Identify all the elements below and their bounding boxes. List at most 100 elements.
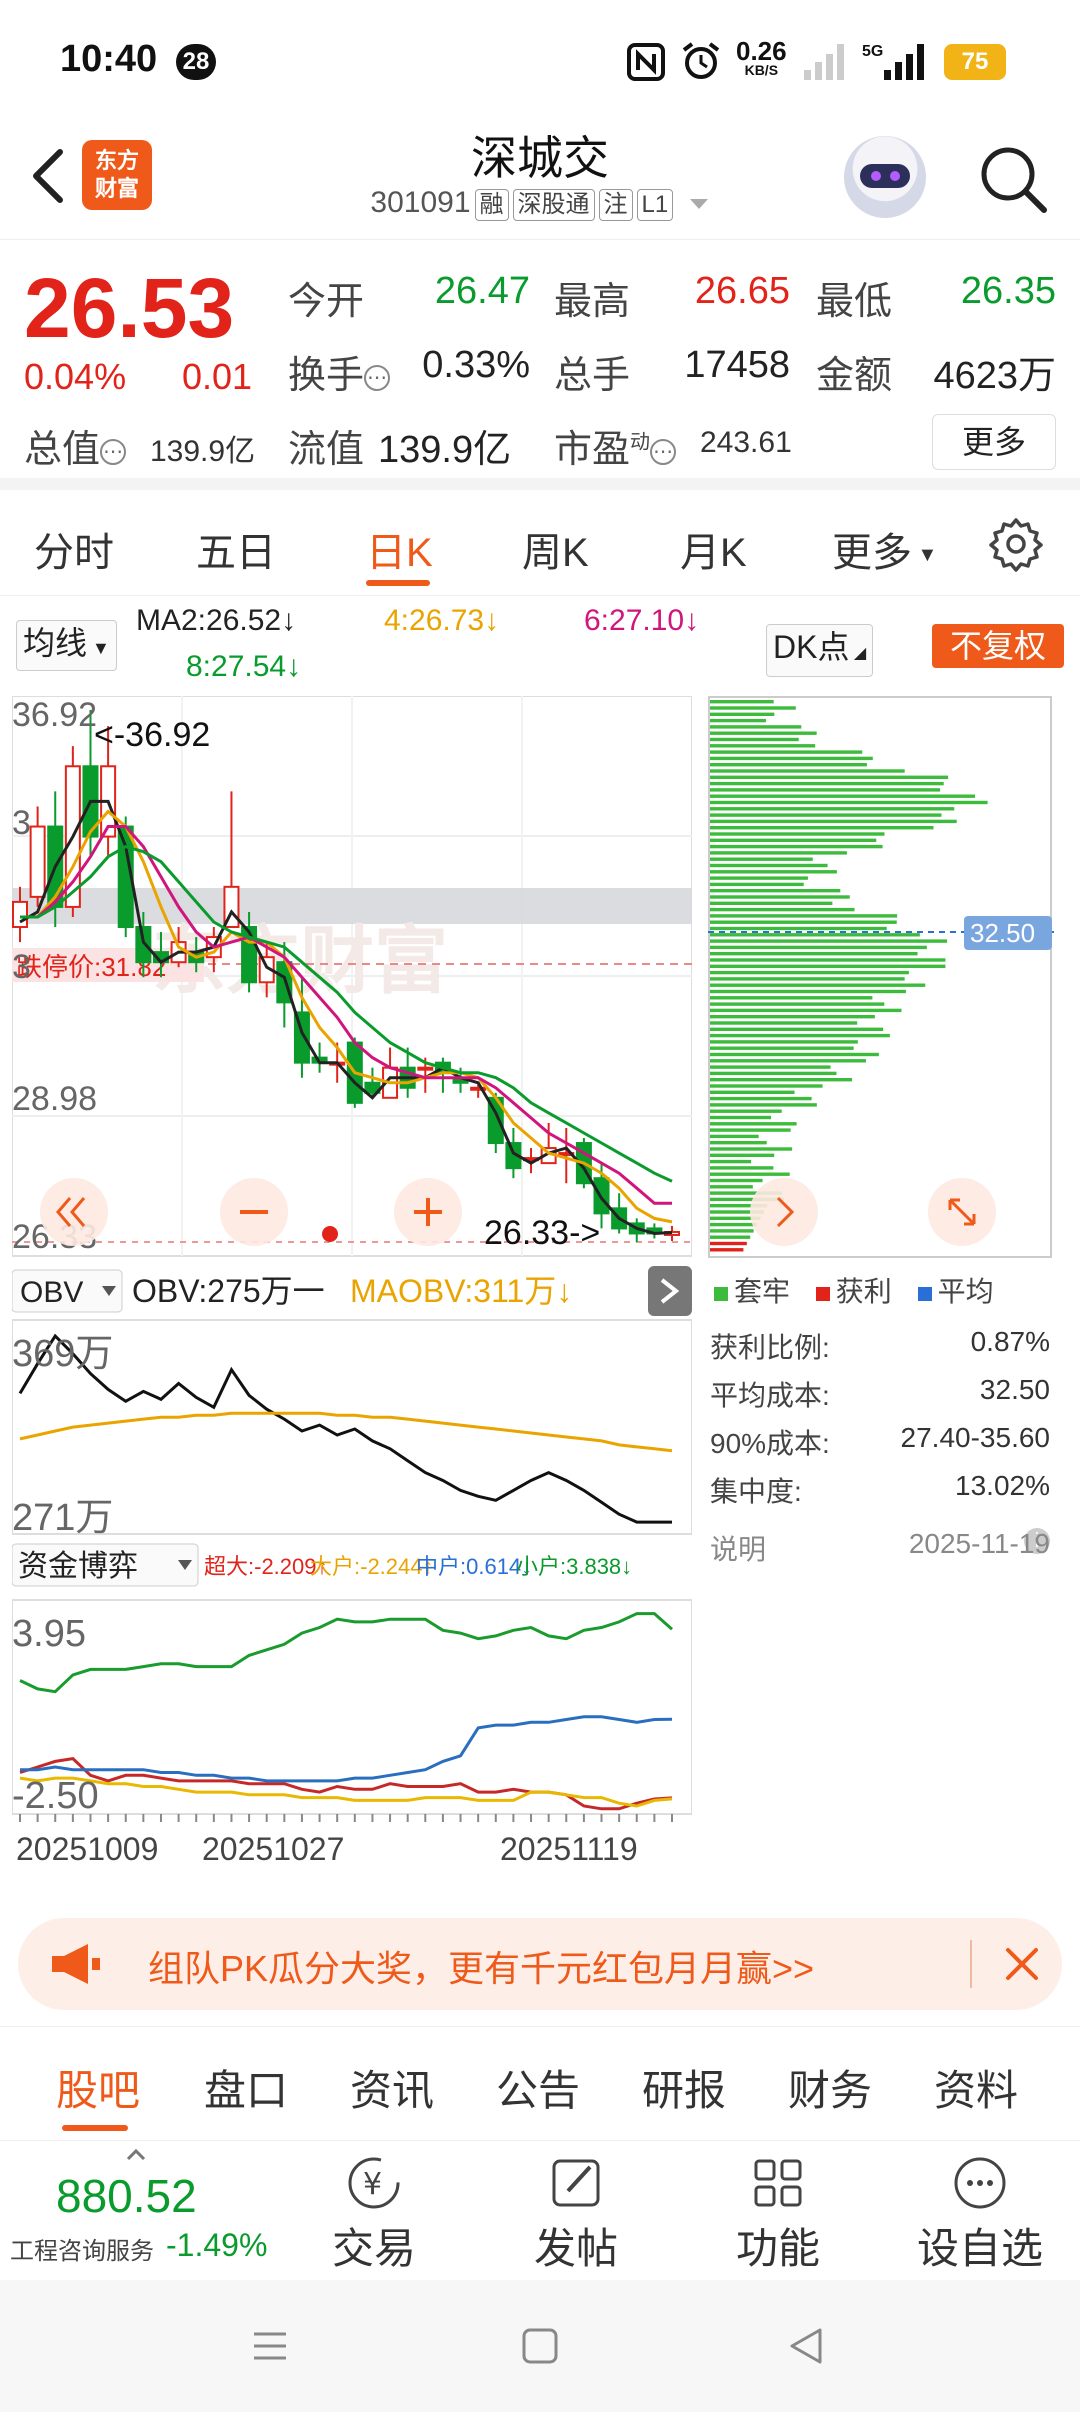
volume-value: 17458 xyxy=(684,344,790,386)
chip-note-row[interactable]: 说明 i 2025-11-19 xyxy=(710,1528,1050,1568)
chip-bar xyxy=(710,750,863,754)
chip-bar xyxy=(710,926,887,931)
fund-big-label: 大户:-2.244↑ xyxy=(310,1554,434,1579)
obv-value: OBV:275万一 xyxy=(132,1273,325,1309)
chevron-up-icon[interactable] xyxy=(126,2149,146,2161)
content-tabs: 股吧 盘口 资讯 公告 研报 财务 资料 xyxy=(0,2026,1080,2136)
candle-body xyxy=(135,926,152,964)
chip-bar xyxy=(710,788,941,792)
chip-bar xyxy=(710,958,946,962)
chip-bar xyxy=(710,977,905,981)
tab-weekly-k[interactable]: 周K xyxy=(522,520,589,578)
trade-button[interactable]: ¥ 交易 xyxy=(304,2153,444,2276)
kline-chart-area[interactable]: 东方财富 跌停价:31.82 36.92 3 3 28.98 26.33 <-3… xyxy=(12,696,692,1888)
chip-bar xyxy=(710,1235,751,1239)
ma2-value: MA2:26.52↓ xyxy=(136,604,297,637)
amount-value: 4623万 xyxy=(933,355,1056,397)
chip-bar xyxy=(710,939,948,943)
chip-distribution-chart[interactable]: 32.50 xyxy=(708,696,1054,1260)
tab-announcements[interactable]: 公告 xyxy=(496,2057,580,2118)
dk-point-toggle[interactable]: DK点 ◢ xyxy=(766,624,874,677)
info-icon[interactable]: ⋯ xyxy=(650,438,677,465)
menu-icon[interactable] xyxy=(250,2326,290,2366)
status-time: 10:40 xyxy=(60,38,158,80)
chip-bar xyxy=(710,737,799,742)
chart-scroll-left-button[interactable] xyxy=(40,1178,108,1246)
back-icon[interactable] xyxy=(786,2326,826,2366)
quote-panel: 26.53 0.04% 0.01 总值 ⋯ 139.9亿 今开 26.47 最高 … xyxy=(0,240,1080,490)
system-nav-bar xyxy=(0,2280,1080,2412)
zoom-in-button[interactable] xyxy=(394,1178,462,1246)
chip-bar xyxy=(710,1115,771,1120)
add-watchlist-button[interactable]: 设自选 xyxy=(910,2153,1050,2276)
panel-expand-button[interactable] xyxy=(648,1266,692,1316)
ma-selector[interactable]: 均线 ▼ xyxy=(16,620,117,671)
chip-bar xyxy=(710,870,837,874)
chip-bar xyxy=(710,1046,854,1050)
signal-5g-icon: 5G xyxy=(862,43,924,80)
search-icon[interactable] xyxy=(974,140,1050,216)
zoom-out-button[interactable] xyxy=(220,1178,288,1246)
tab-monthly-k[interactable]: 月K xyxy=(680,520,747,578)
tab-research[interactable]: 研报 xyxy=(642,2057,726,2118)
float-market-value: 139.9亿 xyxy=(378,429,512,471)
chevron-down-icon[interactable] xyxy=(688,196,710,212)
tab-order-book[interactable]: 盘口 xyxy=(204,2057,288,2118)
chip-bar xyxy=(710,1103,817,1107)
tab-intraday[interactable]: 分时 xyxy=(34,520,114,578)
sector-index-change: -1.49% xyxy=(166,2227,268,2263)
info-icon[interactable]: ⋯ xyxy=(364,364,391,391)
tab-daily-k[interactable]: 日K xyxy=(366,520,433,578)
tab-financials[interactable]: 财务 xyxy=(788,2057,872,2118)
sector-index-name: 工程咨询服务 xyxy=(10,2238,154,2265)
ma8-value: 8:27.54↓ xyxy=(186,650,302,683)
gear-icon[interactable] xyxy=(988,516,1044,572)
tag-margin: 融 xyxy=(474,189,509,221)
tab-five-day[interactable]: 五日 xyxy=(196,520,276,578)
chip-bar xyxy=(710,775,949,779)
chip-bar xyxy=(710,712,775,716)
fullscreen-icon[interactable] xyxy=(928,1178,996,1246)
chip-stat-avg-cost: 平均成本: 32.50 xyxy=(710,1374,1050,1411)
chip-bar xyxy=(710,844,883,849)
tab-more[interactable]: 更多 ▼ xyxy=(832,520,937,578)
chip-bar xyxy=(710,1021,858,1025)
tag-connect: 深股通 xyxy=(512,189,595,221)
fund-small-label: 小户:3.838↓ xyxy=(516,1554,632,1579)
turnover-value: 0.33% xyxy=(422,344,530,386)
post-button[interactable]: 发帖 xyxy=(506,2153,646,2276)
alarm-icon xyxy=(682,42,720,79)
home-icon[interactable] xyxy=(520,2326,560,2366)
chip-bar xyxy=(710,1109,782,1113)
tab-profile[interactable]: 资料 xyxy=(934,2057,1018,2118)
turnover-label: 换手 ⋯ xyxy=(288,344,391,399)
functions-button[interactable]: 功能 xyxy=(708,2153,848,2276)
tab-forum[interactable]: 股吧 xyxy=(56,2057,140,2118)
close-icon[interactable] xyxy=(994,1936,1050,1992)
tab-news[interactable]: 资讯 xyxy=(350,2057,434,2118)
edit-icon xyxy=(552,2159,600,2207)
chip-bar xyxy=(710,1153,775,1157)
promo-banner[interactable]: 组队PK瓜分大奖，更有千元红包月月赢>> xyxy=(18,1918,1062,2010)
assistant-robot-icon[interactable] xyxy=(844,136,926,218)
maobv-value: MAOBV:311万↓ xyxy=(350,1273,572,1309)
legend-trapped-swatch xyxy=(714,1287,728,1301)
obv-frame xyxy=(12,1319,692,1535)
chip-expand-left-button[interactable] xyxy=(750,1178,818,1246)
chip-bar xyxy=(710,1033,890,1038)
no-adjust-button[interactable]: 不复权 xyxy=(932,624,1064,668)
legend-average: 平均 xyxy=(937,1276,994,1307)
chip-bar xyxy=(710,1241,747,1246)
min-price-annotation: 26.33-> xyxy=(484,1214,600,1252)
fund-mid-label: 中户:0.614↓ xyxy=(416,1554,532,1579)
chip-bar xyxy=(710,920,897,924)
chip-bar xyxy=(710,989,906,994)
info-icon[interactable]: ⋯ xyxy=(100,438,127,465)
nfc-icon xyxy=(627,43,665,81)
chip-bar xyxy=(710,1248,744,1252)
chip-bar xyxy=(710,882,804,887)
chip-bar xyxy=(710,794,976,798)
change-percent: 0.04% xyxy=(24,356,127,397)
sector-index-value[interactable]: 880.52 xyxy=(56,2169,197,2223)
more-button[interactable]: 更多 xyxy=(932,414,1056,470)
